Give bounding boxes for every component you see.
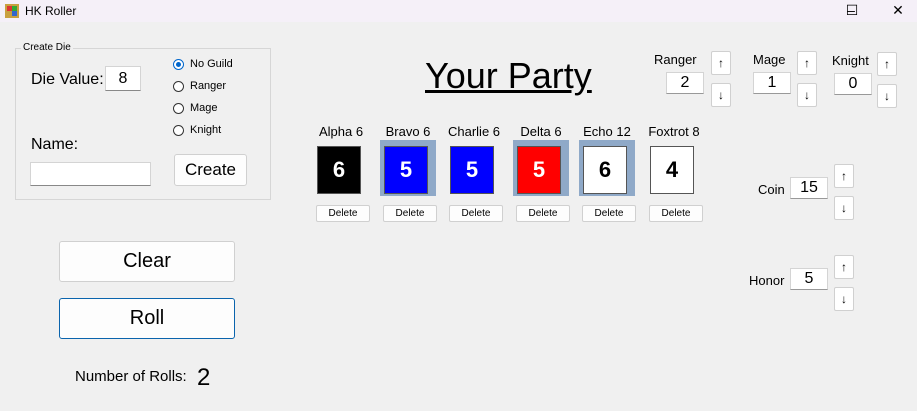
delete-die-button[interactable]: Delete [582,205,636,222]
window-title: HK Roller [25,4,77,18]
close-icon: ✕ [892,2,904,18]
mage-up-button[interactable]: ↑ [797,51,817,75]
radio-no-guild-label: No Guild [190,58,233,70]
radio-knight[interactable]: Knight [173,124,221,136]
create-die-group-title: Create Die [21,42,73,53]
close-button[interactable]: ✕ [875,0,917,22]
honor-count[interactable]: 5 [790,268,828,290]
title-bar: HK Roller – ☐ ✕ [0,0,917,22]
delete-die-button[interactable]: Delete [649,205,703,222]
delete-die-button[interactable]: Delete [383,205,437,222]
rolls-count: 2 [197,364,211,391]
delete-die-button[interactable]: Delete [316,205,370,222]
maximize-button[interactable]: ☐ [829,0,875,22]
radio-checked-icon [173,58,184,70]
coin-up-button[interactable]: ↑ [834,164,854,188]
create-button[interactable]: Create [174,154,247,186]
ranger-label: Ranger [654,52,697,67]
knight-up-button[interactable]: ↑ [877,52,897,76]
roll-button[interactable]: Roll [59,298,235,339]
knight-count[interactable]: 0 [834,73,872,95]
radio-ranger[interactable]: Ranger [173,80,226,92]
die-face[interactable]: 6 [317,146,361,194]
die-name-label: Echo 12 [583,124,631,139]
maximize-icon: ☐ [845,2,859,18]
honor-up-button[interactable]: ↑ [834,255,854,279]
knight-label: Knight [832,53,869,68]
radio-ranger-label: Ranger [190,80,227,92]
ranger-down-button[interactable]: ↓ [711,83,731,107]
ranger-up-button[interactable]: ↑ [711,51,731,75]
ranger-count[interactable]: 2 [666,72,704,94]
radio-mage[interactable]: Mage [173,102,218,114]
delete-die-button[interactable]: Delete [516,205,570,222]
die-face[interactable]: 4 [650,146,694,194]
die-face[interactable]: 5 [450,146,494,194]
party-title: Your Party [425,55,592,96]
die-name-label: Alpha 6 [318,124,364,139]
die-value-label: Die Value: [31,71,104,88]
radio-unchecked-icon [173,124,184,136]
die-face[interactable]: 6 [583,146,627,194]
app-icon [5,4,19,18]
radio-no-guild[interactable]: No Guild [173,58,233,70]
clear-button[interactable]: Clear [59,241,235,282]
mage-count[interactable]: 1 [753,72,791,94]
radio-unchecked-icon [173,80,184,92]
rolls-label: Number of Rolls: [75,368,187,385]
name-input[interactable] [30,162,151,186]
honor-label: Honor [749,273,785,288]
coin-label: Coin [758,182,785,197]
coin-down-button[interactable]: ↓ [834,196,854,220]
die-face[interactable]: 5 [517,146,561,194]
die-name-label: Delta 6 [520,124,562,139]
die-name-label: Foxtrot 8 [648,124,700,139]
knight-down-button[interactable]: ↓ [877,84,897,108]
mage-down-button[interactable]: ↓ [797,83,817,107]
honor-down-button[interactable]: ↓ [834,287,854,311]
radio-mage-label: Mage [190,102,218,114]
name-label: Name: [31,136,79,153]
die-face[interactable]: 5 [384,146,428,194]
mage-label: Mage [753,52,786,67]
radio-unchecked-icon [173,102,184,114]
delete-die-button[interactable]: Delete [449,205,503,222]
radio-knight-label: Knight [190,124,222,136]
die-value-input[interactable]: 8 [105,66,141,91]
die-name-label: Bravo 6 [385,124,431,139]
coin-count[interactable]: 15 [790,177,828,199]
die-name-label: Charlie 6 [447,124,501,139]
